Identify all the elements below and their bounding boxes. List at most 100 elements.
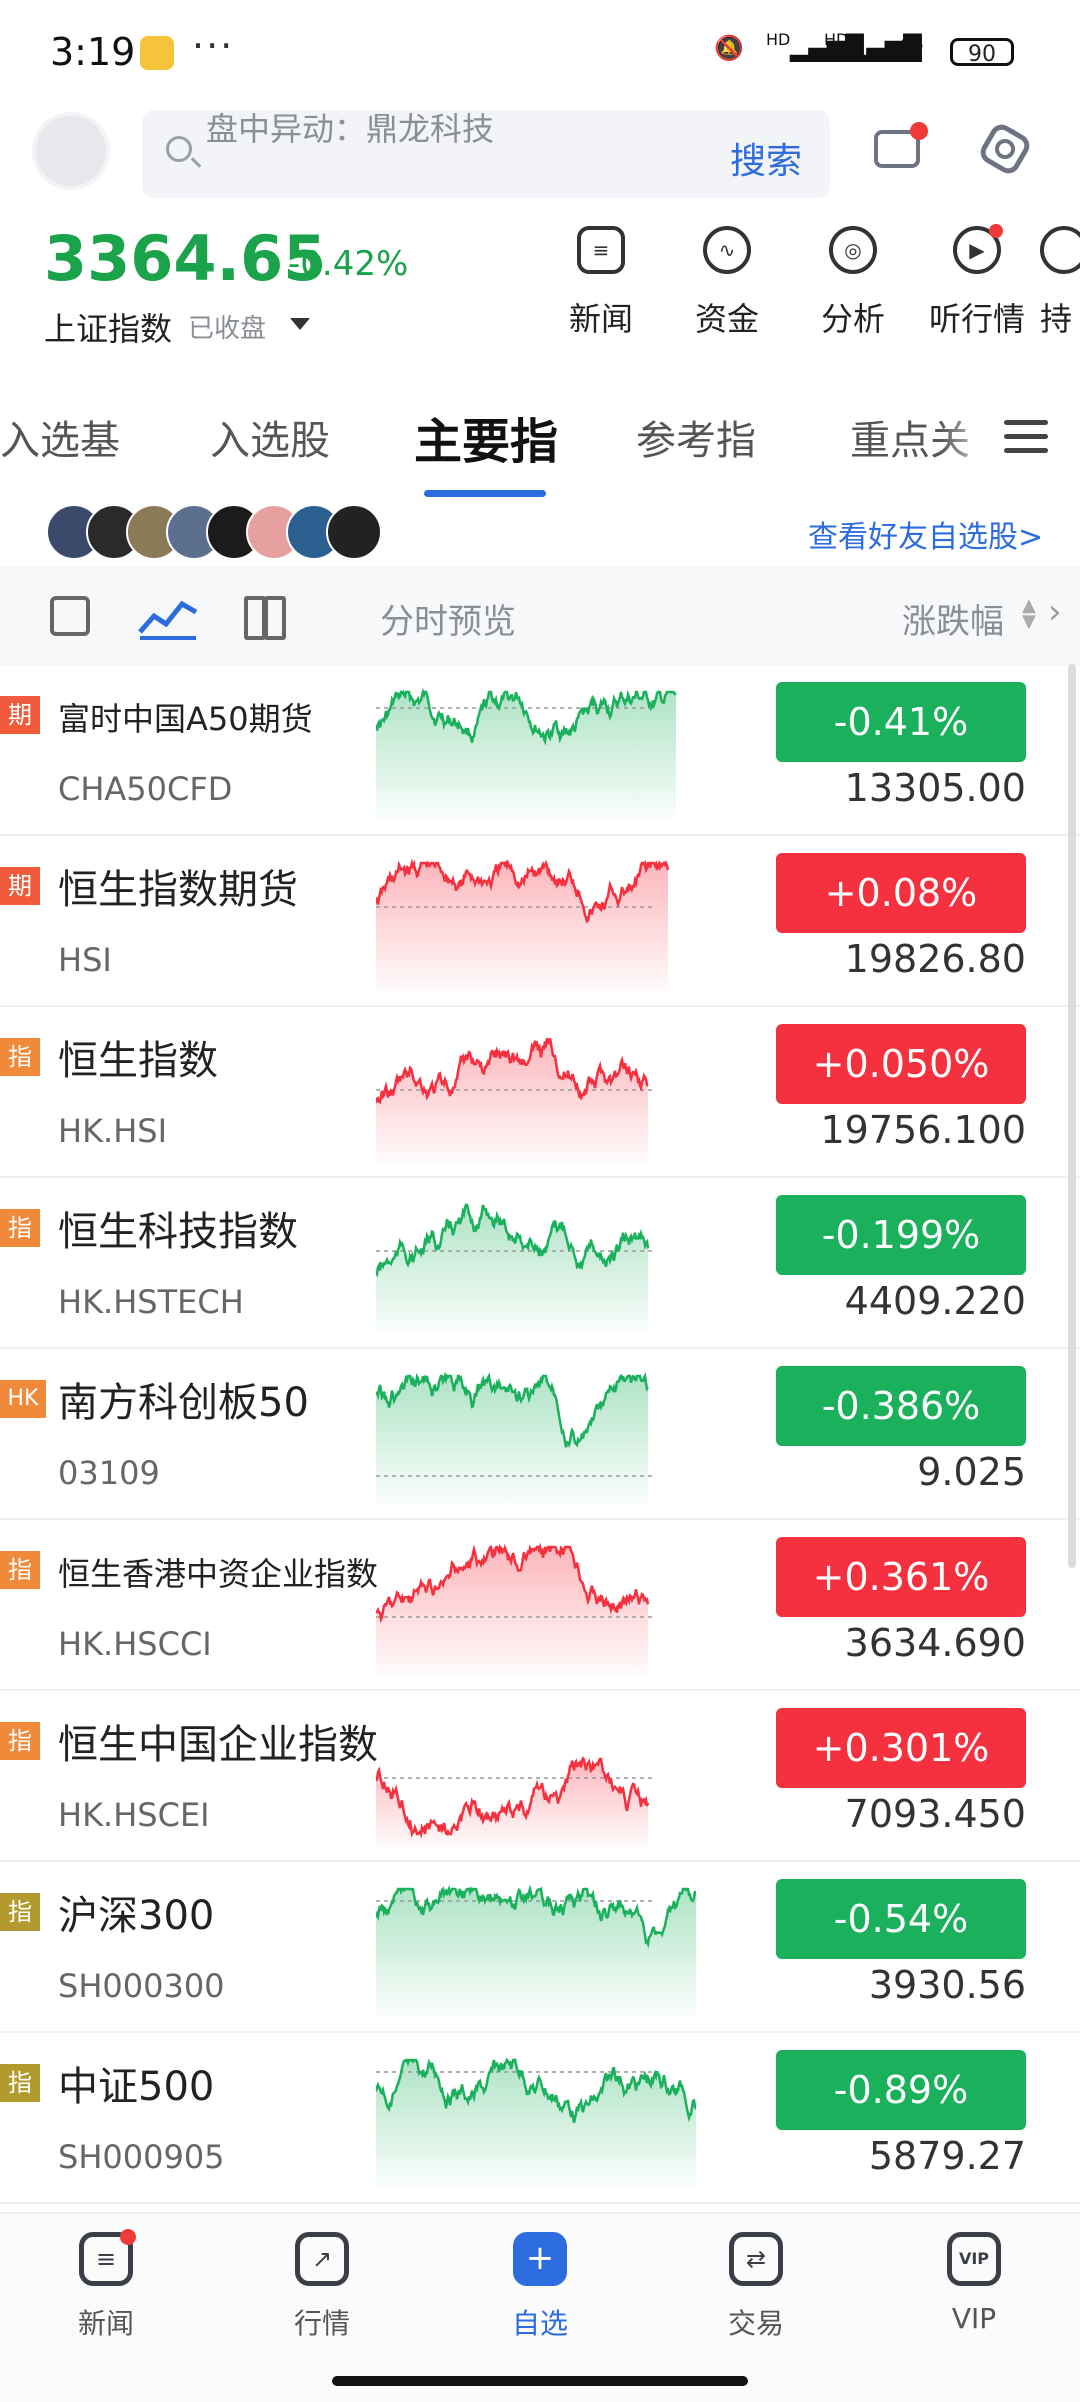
intraday-preview-label[interactable]: 分时预览 — [380, 594, 516, 643]
signal-hd-label-1: HD — [766, 30, 791, 49]
chevron-down-icon[interactable] — [290, 318, 310, 330]
table-row[interactable]: 指沪深300 SH000300 -0.54% 3930.56 — [0, 1863, 1080, 2033]
news-icon: ≡ — [79, 2229, 136, 2286]
notification-app-icon — [140, 36, 174, 70]
change-badge[interactable]: -0.54% — [776, 1879, 1026, 1959]
last-price: 3930.56 — [868, 1963, 1026, 2007]
user-avatar[interactable] — [32, 112, 110, 190]
view-friends-watchlist-link[interactable]: 查看好友自选股> — [808, 512, 1043, 556]
security-code: SH000300 — [58, 1967, 225, 2005]
market-tag: 指 — [0, 1038, 40, 1076]
nav-trade[interactable]: ⇄ 交易 — [686, 2232, 826, 2342]
change-badge[interactable]: -0.386% — [776, 1366, 1026, 1446]
index-value[interactable]: 3364.65 — [44, 222, 326, 295]
quick-more-label: 持 — [1040, 300, 1073, 338]
settings-icon-inner — [995, 139, 1015, 159]
last-price: 7093.450 — [844, 1792, 1026, 1836]
home-indicator[interactable] — [332, 2376, 748, 2386]
analysis-icon: ◎ — [829, 226, 877, 274]
last-price: 13305.00 — [844, 766, 1026, 810]
chart-view-icon[interactable] — [138, 592, 198, 640]
sparkline-area — [376, 1376, 648, 1504]
status-time: 3:19 — [50, 30, 136, 74]
tab-selected-funds[interactable]: 入选基 — [0, 408, 120, 466]
table-row[interactable]: 期恒生指数期货 HSI +0.08% 19826.80 — [0, 837, 1080, 1007]
security-name: 恒生指数期货 — [58, 867, 298, 913]
tab-main-indices[interactable]: 主要指 — [414, 402, 558, 472]
table-row[interactable]: 指中证500 SH000905 -0.89% 5879.27 — [0, 2034, 1080, 2204]
trade-icon: ⇄ — [729, 2232, 783, 2286]
security-code: CHA50CFD — [58, 770, 233, 808]
change-badge[interactable]: +0.361% — [776, 1537, 1026, 1617]
sparkline-area — [376, 1547, 648, 1675]
intraday-sparkline — [376, 1203, 656, 1333]
edit-icon[interactable] — [50, 596, 90, 636]
plus-icon: + — [513, 2232, 567, 2286]
more-notifications-icon: ··· — [192, 24, 235, 68]
status-bar: 3:19 ··· 🔕 HD HD ▂▄▆█ ▂▄▆█ ◠ 90 — [0, 0, 1080, 100]
quick-news-button[interactable]: ≡ 新闻 — [546, 226, 656, 340]
search-placeholder[interactable]: 盘中异动：鼎龙科技 — [206, 104, 494, 150]
chevron-right-icon[interactable]: › — [1048, 592, 1062, 632]
change-badge[interactable]: -0.199% — [776, 1195, 1026, 1275]
quick-analysis-button[interactable]: ◎ 分析 — [798, 226, 908, 340]
scrollbar[interactable] — [1068, 664, 1076, 1568]
table-row[interactable]: 指恒生中国企业指数 HK.HSCEI +0.301% 7093.450 — [0, 1692, 1080, 1862]
intraday-sparkline — [376, 1542, 656, 1675]
vip-icon: VIP — [947, 2232, 1001, 2286]
table-row[interactable]: HK 南方科创板50 03109 -0.386% 9.025 — [0, 1350, 1080, 1520]
security-code: HK.HSCCI — [58, 1625, 212, 1663]
table-row[interactable]: 期富时中国A50期货 CHA50CFD -0.41% 13305.00 — [0, 666, 1080, 836]
table-row[interactable]: 指恒生香港中资企业指数 HK.HSCCI +0.361% 3634.690 — [0, 1521, 1080, 1691]
quick-listen-button[interactable]: ▶ 听行情 — [922, 224, 1032, 340]
nav-vip[interactable]: VIP VIP — [904, 2232, 1044, 2335]
change-badge[interactable]: +0.050% — [776, 1024, 1026, 1104]
index-name[interactable]: 上证指数 — [44, 304, 172, 350]
tab-selected-stocks[interactable]: 入选股 — [210, 408, 330, 466]
market-tag: 期 — [0, 696, 40, 734]
last-price: 4409.220 — [844, 1279, 1026, 1323]
change-badge[interactable]: +0.08% — [776, 853, 1026, 933]
nav-market[interactable]: ↗ 行情 — [252, 2232, 392, 2342]
quick-funds-button[interactable]: ∿ 资金 — [672, 226, 782, 340]
sparkline-area — [376, 1205, 648, 1333]
table-row[interactable]: 指恒生科技指数 HK.HSTECH -0.199% 4409.220 — [0, 1179, 1080, 1349]
last-price: 9.025 — [917, 1450, 1026, 1494]
nav-market-label: 行情 — [293, 2307, 350, 2340]
sort-by-change-button[interactable]: 涨跌幅 — [902, 594, 1004, 643]
market-tag: 指 — [0, 1551, 40, 1589]
security-code: SH000905 — [58, 2138, 225, 2176]
last-price: 19826.80 — [844, 937, 1026, 981]
intraday-sparkline — [376, 1884, 696, 2017]
security-name: 恒生中国企业指数 — [58, 1722, 378, 1768]
quick-more-button[interactable]: 持 — [1040, 226, 1080, 340]
nav-watchlist-label: 自选 — [511, 2307, 568, 2340]
last-price: 19756.100 — [820, 1108, 1027, 1152]
nav-watchlist[interactable]: + 自选 — [470, 2232, 610, 2342]
table-row[interactable]: 指恒生指数 HK.HSI +0.050% 19756.100 — [0, 1008, 1080, 1178]
security-code: HK.HSI — [58, 1112, 168, 1150]
intraday-sparkline — [376, 687, 677, 820]
security-name: 恒生香港中资企业指数 — [58, 1555, 379, 1593]
columns-icon[interactable] — [244, 596, 286, 640]
market-tag: 指 — [0, 2064, 40, 2102]
battery-icon: 90 — [950, 38, 1014, 67]
news-icon: ≡ — [577, 226, 625, 274]
change-badge[interactable]: -0.89% — [776, 2050, 1026, 2130]
tab-reference-indices[interactable]: 参考指 — [636, 408, 756, 466]
security-name: 沪深300 — [58, 1893, 215, 1939]
change-badge[interactable]: +0.301% — [776, 1708, 1026, 1788]
security-name: 南方科创板50 — [58, 1380, 309, 1426]
news-badge — [120, 2229, 136, 2245]
intraday-sparkline — [376, 858, 670, 991]
change-badge[interactable]: -0.41% — [776, 682, 1026, 762]
security-code: HSI — [58, 941, 112, 979]
nav-news[interactable]: ≡ 新闻 — [36, 2229, 176, 2342]
listen-badge — [989, 224, 1003, 238]
security-name: 中证500 — [58, 2064, 215, 2110]
menu-icon[interactable] — [1004, 420, 1048, 462]
sort-arrows-icon[interactable]: ▲ ▼ — [1022, 597, 1036, 631]
holdings-icon — [1040, 226, 1080, 274]
security-code: HK.HSTECH — [58, 1283, 244, 1321]
search-button[interactable]: 搜索 — [730, 132, 802, 184]
